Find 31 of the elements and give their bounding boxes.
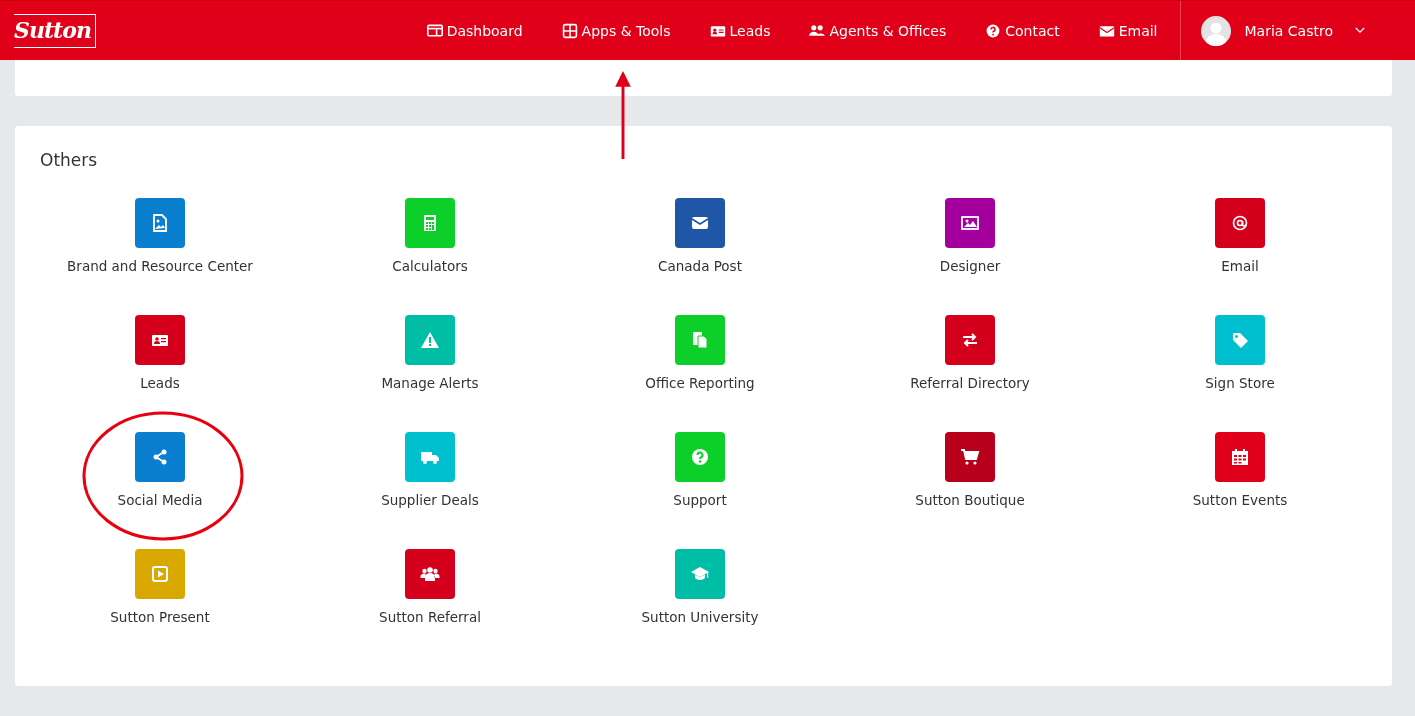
app-link[interactable]: Office Reporting: [641, 315, 759, 412]
app-link[interactable]: Support: [669, 432, 731, 529]
app-link[interactable]: Sutton University: [637, 549, 763, 646]
app-link[interactable]: Manage Alerts: [377, 315, 483, 412]
nav-link[interactable]: Agents & Offices: [809, 1, 947, 60]
avatar-icon: [1200, 15, 1231, 46]
app-link[interactable]: Leads: [135, 315, 185, 412]
people-icon: [809, 22, 826, 39]
app-link[interactable]: Designer: [935, 198, 1005, 295]
app-link[interactable]: Supplier Deals: [377, 432, 483, 529]
dashboard-icon: [426, 22, 443, 39]
nav-link[interactable]: Leads: [709, 1, 771, 60]
section-title: Others: [40, 150, 99, 170]
app-link[interactable]: Calculators: [388, 198, 472, 295]
grid-icon: [561, 22, 578, 39]
app-link[interactable]: Sutton Events: [1188, 432, 1292, 529]
nav-link[interactable]: Contact: [985, 1, 1060, 60]
logo[interactable]: Sutton: [14, 13, 96, 48]
app-link[interactable]: Email: [1215, 198, 1265, 295]
app-link[interactable]: Brand and Resource Center: [63, 198, 257, 295]
app-link[interactable]: Sutton Present: [106, 549, 214, 646]
app-link[interactable]: Referral Directory: [906, 315, 1034, 412]
question-icon: [985, 22, 1002, 39]
app-link[interactable]: Canada Post: [654, 198, 746, 295]
nav-link[interactable]: Apps & Tools: [561, 1, 671, 60]
app-link[interactable]: Sutton Boutique: [911, 432, 1029, 529]
app-link[interactable]: Sign Store: [1201, 315, 1279, 412]
app-link[interactable]: Sutton Referral: [375, 549, 485, 646]
nav-link[interactable]: Dashboard: [426, 1, 523, 60]
chevron-down-icon: [1355, 27, 1365, 34]
nav-link[interactable]: Email: [1098, 1, 1158, 60]
